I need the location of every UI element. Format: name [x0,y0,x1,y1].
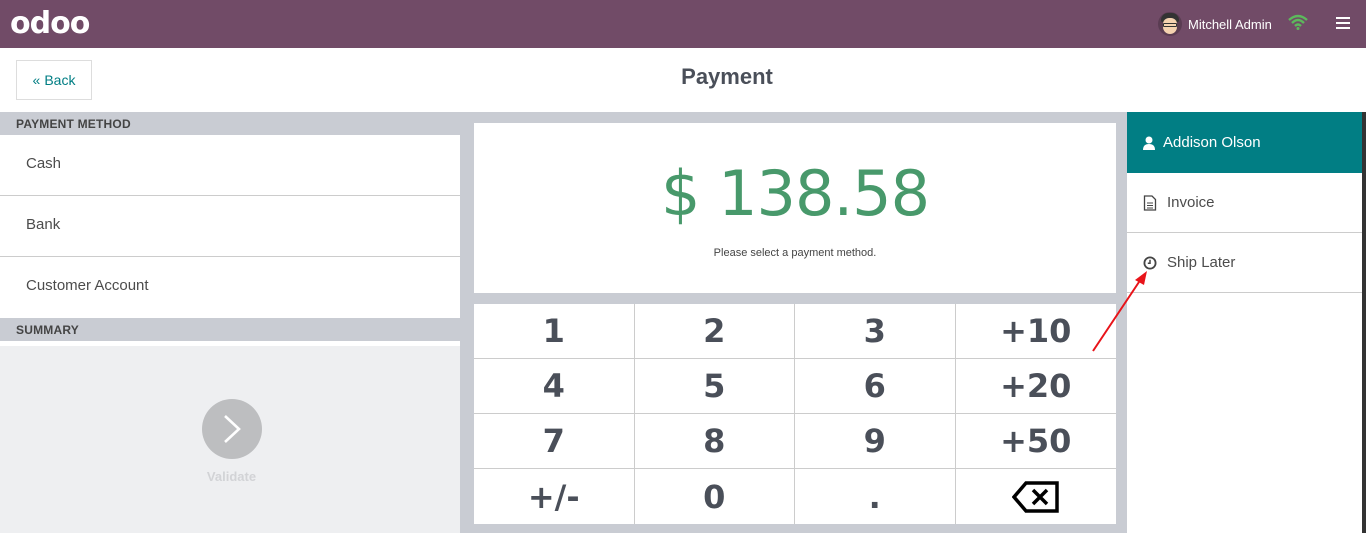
hamburger-menu-icon[interactable] [1336,17,1350,29]
numpad-key-9[interactable]: 9 [795,414,956,469]
summary-heading: SUMMARY [0,318,460,341]
payment-method-customer-account[interactable]: Customer Account [0,257,460,318]
numpad-key-0[interactable]: 0 [635,469,795,524]
numpad-key-backspace[interactable] [956,469,1117,524]
customer-button[interactable]: Addison Olson [1127,112,1362,173]
numpad: 1 2 3 +10 4 5 6 +20 7 8 9 +50 +/- 0 . [474,304,1116,524]
payment-method-list: Cash Bank Customer Account [0,135,460,318]
control-bar: « Back Payment [0,48,1366,112]
numpad-key-5[interactable]: 5 [634,359,795,414]
numpad-key-plus-20[interactable]: +20 [955,359,1116,414]
validate-area: Validate [0,352,460,533]
numpad-key-plus-minus[interactable]: +/- [474,469,635,524]
payment-method-bank[interactable]: Bank [0,196,460,257]
customer-options-panel: Addison Olson Invoice Ship Later [1126,112,1362,533]
validate-button[interactable] [202,399,262,459]
summary-area [0,341,460,346]
invoice-button[interactable]: Invoice [1127,173,1362,233]
payment-method-cash[interactable]: Cash [0,135,460,196]
numpad-key-3[interactable]: 3 [795,304,956,359]
numpad-key-2[interactable]: 2 [634,304,795,359]
numpad-key-8[interactable]: 8 [634,414,795,469]
chevron-right-icon [224,415,241,443]
file-text-icon [1143,194,1157,211]
amount-display: $ 138.58 Please select a payment method. [474,123,1116,293]
customer-name: Addison Olson [1163,134,1261,151]
payment-center-panel: $ 138.58 Please select a payment method.… [464,112,1126,533]
total-due-amount: $ 138.58 [660,157,930,230]
page-title: Payment [681,64,773,89]
user-menu[interactable]: Mitchell Admin [1158,12,1272,36]
backspace-icon [1011,480,1059,513]
user-icon [1143,136,1155,150]
ship-later-button[interactable]: Ship Later [1127,233,1362,293]
numpad-key-7[interactable]: 7 [474,414,635,469]
numpad-key-decimal[interactable]: . [795,469,956,524]
ship-later-label: Ship Later [1167,254,1236,271]
odoo-logo[interactable]: odoo [10,6,90,41]
numpad-key-4[interactable]: 4 [474,359,635,414]
invoice-label: Invoice [1167,194,1215,211]
payment-methods-panel: PAYMENT METHOD Cash Bank Customer Accoun… [0,112,460,533]
numpad-key-1[interactable]: 1 [474,304,635,359]
top-navbar: odoo Mitchell Admin [0,0,1366,48]
validate-label: Validate [206,469,257,484]
wifi-icon[interactable] [1288,14,1308,30]
clock-icon [1143,256,1157,269]
payment-method-heading: PAYMENT METHOD [0,112,460,135]
avatar [1158,12,1182,36]
numpad-key-plus-10[interactable]: +10 [955,304,1116,359]
numpad-key-plus-50[interactable]: +50 [955,414,1116,469]
scrollbar[interactable] [1362,112,1366,533]
numpad-key-6[interactable]: 6 [795,359,956,414]
payment-screen: PAYMENT METHOD Cash Bank Customer Accoun… [0,112,1366,533]
payment-hint: Please select a payment method. [713,247,877,259]
user-name: Mitchell Admin [1188,16,1272,32]
